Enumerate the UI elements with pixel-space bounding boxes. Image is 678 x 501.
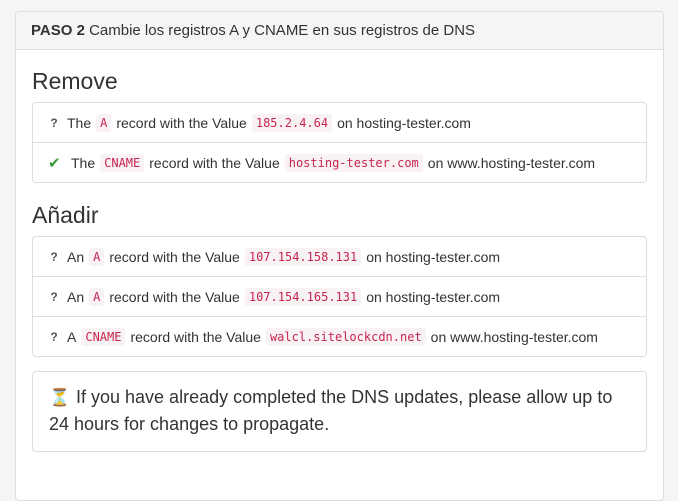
record-type: CNAME — [81, 327, 126, 346]
question-icon: ? — [50, 329, 58, 344]
remove-record-item-1: ? The A record with the Value 185.2.4.64… — [32, 102, 647, 143]
record-suffix: on hosting-tester.com — [337, 114, 471, 131]
record-type: A — [96, 113, 112, 132]
record-value: hosting-tester.com — [284, 153, 423, 172]
record-value: walcl.sitelockcdn.net — [265, 327, 426, 346]
record-suffix: on hosting-tester.com — [366, 248, 501, 265]
panel-body: Remove ? The A record with the Value 185… — [16, 68, 663, 452]
record-middle-text: record with the Value — [109, 248, 240, 265]
record-type: A — [89, 247, 105, 266]
propagation-notice: ⏳ If you have already completed the DNS u… — [32, 371, 647, 452]
propagation-notice-text: If you have already completed the DNS up… — [49, 387, 613, 434]
question-icon: ? — [50, 289, 58, 304]
remove-section-title: Remove — [32, 68, 118, 94]
record-prefix: An — [67, 248, 85, 265]
dns-step-panel: PASO 2 Cambie los registros A y CNAME en… — [15, 11, 664, 501]
remove-record-item-2: ✔ The CNAME record with the Value hostin… — [32, 142, 647, 183]
add-record-item-1: ? An A record with the Value 107.154.158… — [32, 236, 647, 277]
question-icon: ? — [50, 115, 58, 130]
check-icon: ✔ — [48, 154, 61, 172]
record-prefix: The — [71, 154, 96, 171]
record-value: 107.154.165.131 — [244, 287, 362, 306]
step-heading-text: Cambie los registros A y CNAME en sus re… — [89, 22, 476, 39]
record-middle-text: record with the Value — [149, 154, 280, 171]
record-value: 107.154.158.131 — [244, 247, 362, 266]
add-record-item-2: ? An A record with the Value 107.154.165… — [32, 276, 647, 317]
record-suffix: on hosting-tester.com — [366, 288, 501, 305]
record-suffix: on www.hosting-tester.com — [430, 328, 598, 345]
question-icon: ? — [50, 249, 58, 264]
add-record-list: ? An A record with the Value 107.154.158… — [32, 236, 647, 357]
record-type: A — [89, 287, 105, 306]
record-value: 185.2.4.64 — [251, 113, 333, 132]
record-middle-text: record with the Value — [116, 114, 247, 131]
record-middle-text: record with the Value — [109, 288, 240, 305]
record-middle-text: record with the Value — [130, 328, 261, 345]
record-prefix: A — [67, 328, 77, 345]
hourglass-icon: ⏳ — [49, 388, 71, 407]
record-prefix: The — [67, 114, 92, 131]
panel-heading: PASO 2 Cambie los registros A y CNAME en… — [16, 12, 663, 50]
record-type: CNAME — [100, 153, 145, 172]
record-suffix: on www.hosting-tester.com — [427, 154, 596, 171]
add-section-title: Añadir — [32, 202, 99, 228]
add-record-item-3: ? A CNAME record with the Value walcl.si… — [32, 316, 647, 357]
step-label: PASO 2 — [31, 22, 85, 39]
remove-record-list: ? The A record with the Value 185.2.4.64… — [32, 102, 647, 183]
record-prefix: An — [67, 288, 85, 305]
